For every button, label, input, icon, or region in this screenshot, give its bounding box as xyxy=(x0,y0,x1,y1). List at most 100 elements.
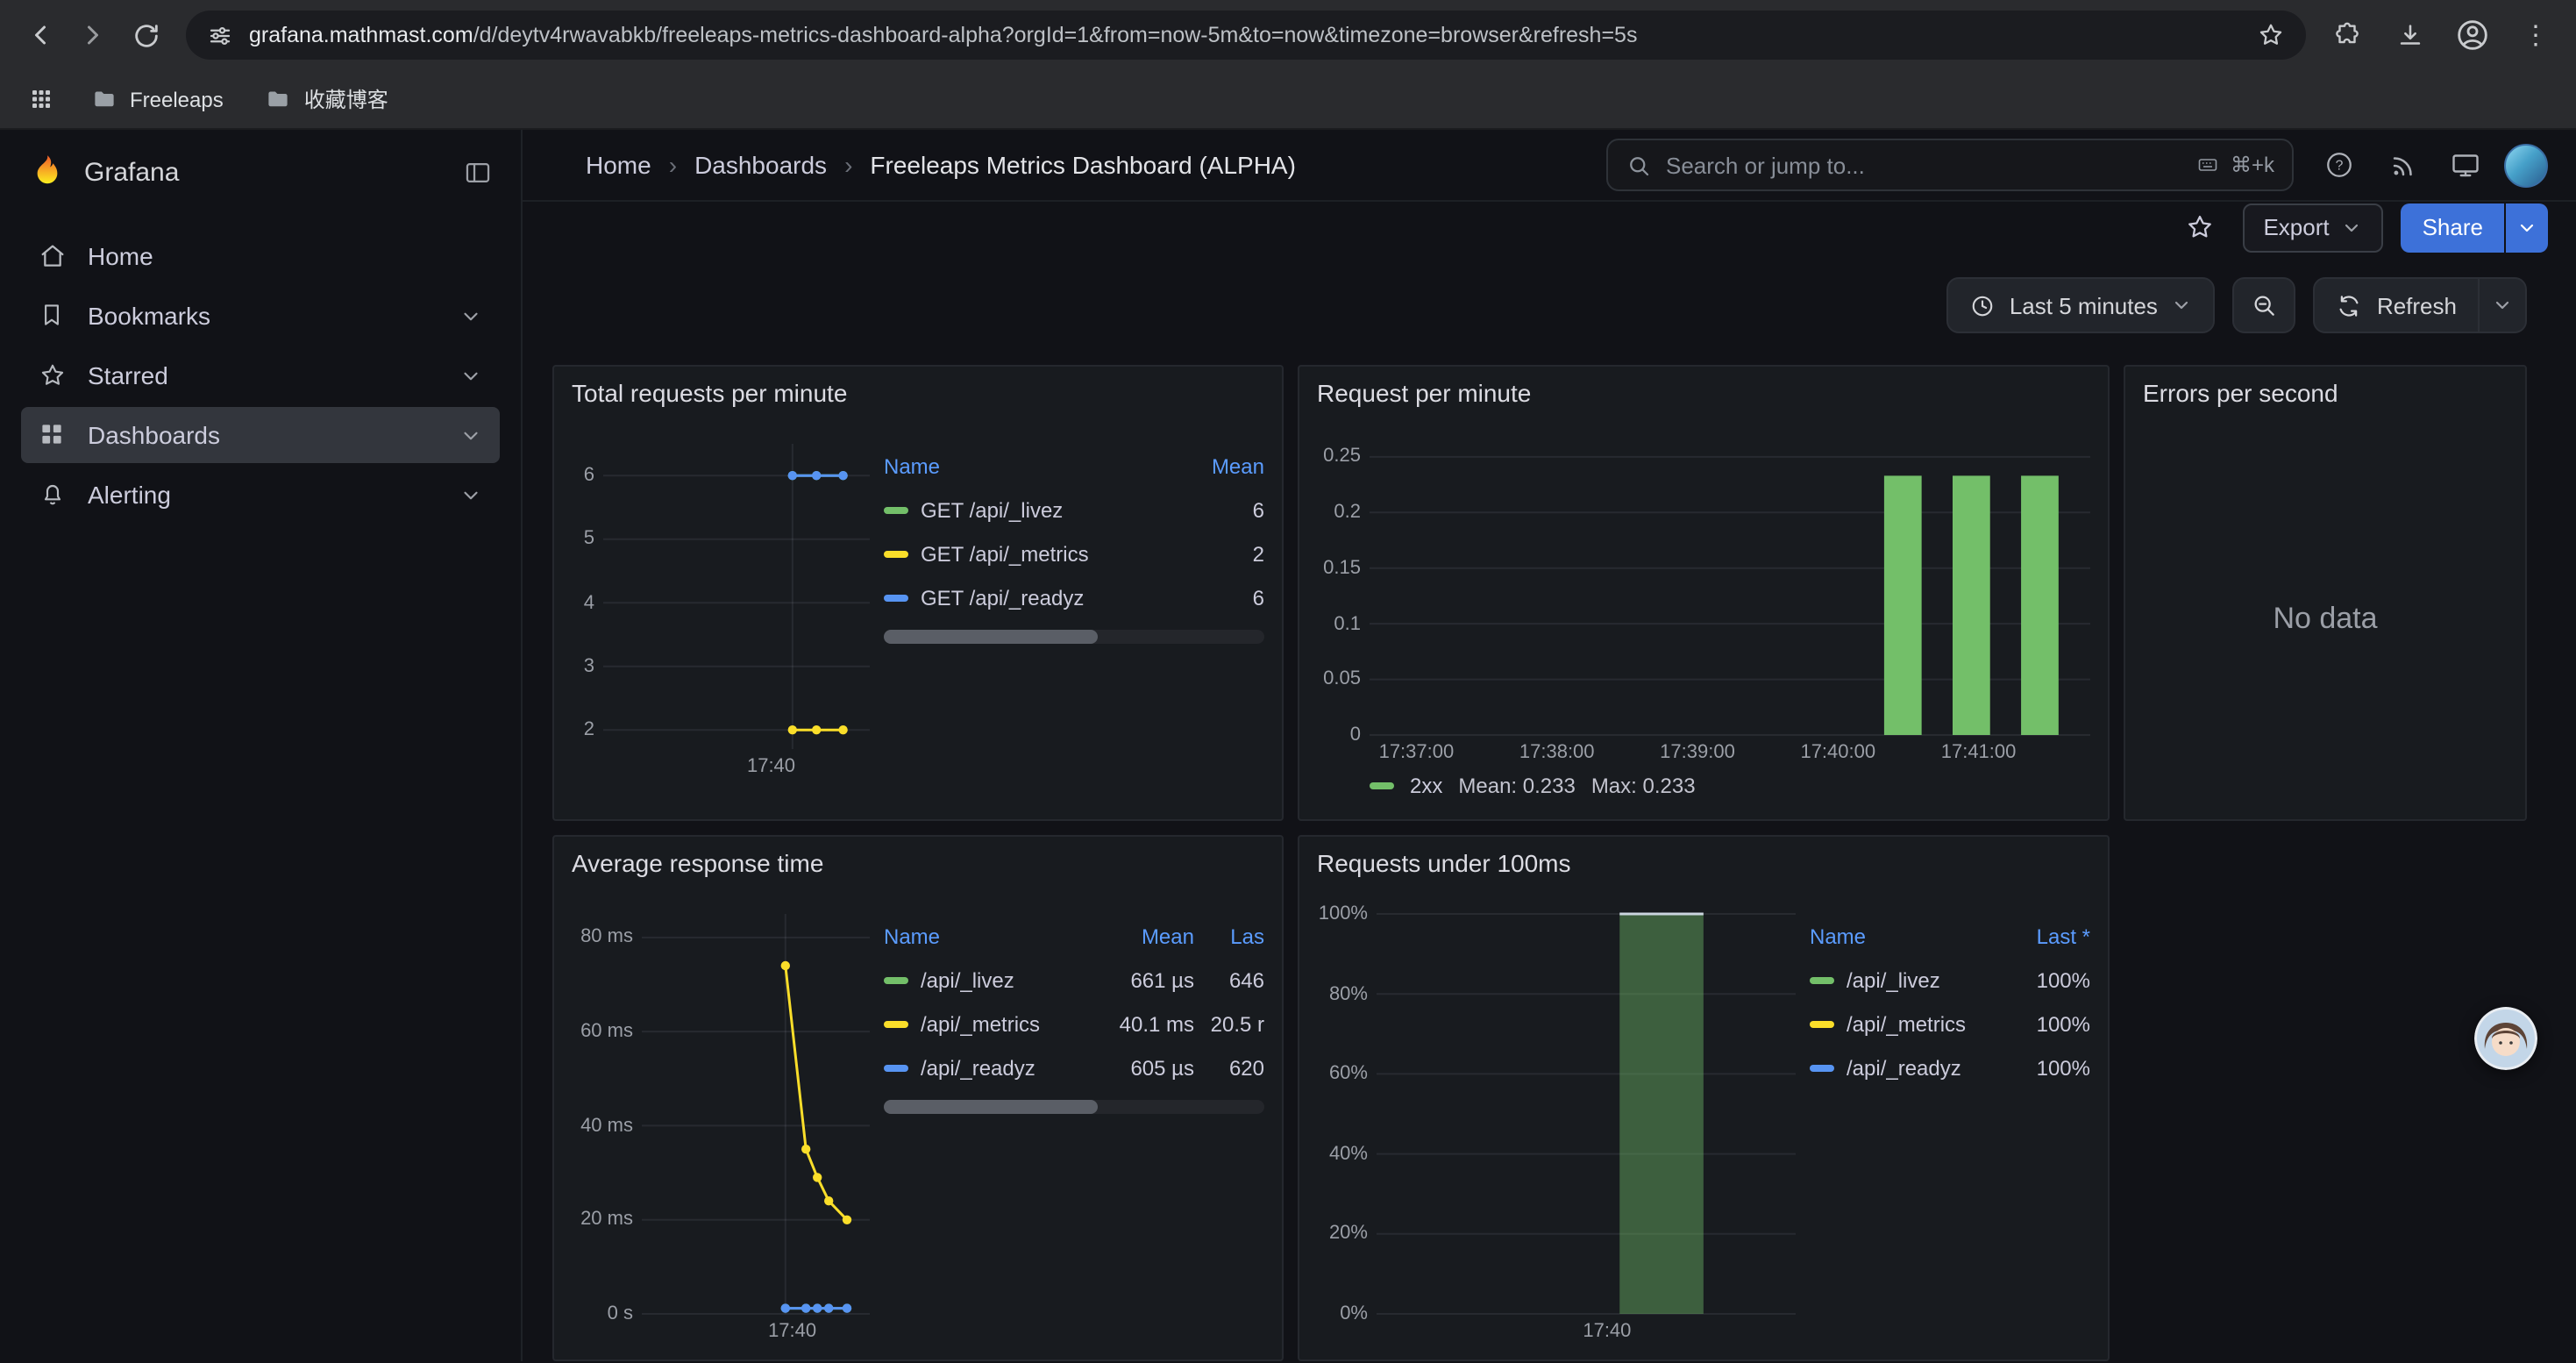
sidebar-item-bookmarks[interactable]: Bookmarks xyxy=(21,288,500,344)
grid-icon xyxy=(39,420,68,450)
panel-title[interactable]: Request per minute xyxy=(1299,367,2108,419)
user-avatar[interactable] xyxy=(2504,143,2548,187)
brand-name[interactable]: Grafana xyxy=(84,157,445,187)
grafana-logo[interactable] xyxy=(28,153,67,191)
share-button-label[interactable]: Share xyxy=(2402,203,2504,252)
refresh-button-main[interactable]: Refresh xyxy=(2316,279,2478,332)
sidebar-header: Grafana xyxy=(0,130,521,214)
search-box[interactable]: ⌘+k xyxy=(1606,139,2294,191)
share-button[interactable]: Share xyxy=(2402,203,2548,252)
breadcrumb-item[interactable]: Dashboards xyxy=(694,151,827,179)
site-settings-icon[interactable] xyxy=(207,22,233,48)
horizontal-scrollbar[interactable] xyxy=(884,1100,1264,1114)
bookmark-star-icon[interactable] xyxy=(2257,21,2285,49)
help-icon[interactable]: ? xyxy=(2315,140,2364,189)
legend[interactable]: 2xx Mean: 0.233 Max: 0.233 xyxy=(1317,767,2090,805)
legend-row[interactable]: /api/_readyz605 µs620 xyxy=(884,1045,1264,1089)
legend-row[interactable]: /api/_metrics40.1 ms20.5 r xyxy=(884,1002,1264,1045)
keyboard-shortcut: ⌘+k xyxy=(2194,153,2274,177)
legend-row[interactable]: /api/_livez661 µs646 xyxy=(884,958,1264,1002)
zoom-out-button[interactable] xyxy=(2233,277,2296,333)
line-chart[interactable] xyxy=(603,444,870,749)
chevron-down-icon[interactable] xyxy=(459,304,482,327)
axis-tick: 0.25 xyxy=(1323,446,1361,467)
chevron-down-icon xyxy=(2342,217,2363,238)
y-axis: 65432 xyxy=(572,444,603,749)
breadcrumb-item: Freeleaps Metrics Dashboard (ALPHA) xyxy=(870,151,1296,179)
sidebar-item-alerting[interactable]: Alerting xyxy=(21,467,500,523)
menu-kebab-icon[interactable]: ⋮ xyxy=(2509,9,2562,61)
profile-icon[interactable] xyxy=(2446,9,2499,61)
y-axis: 100%80%60%40%20%0% xyxy=(1317,914,1377,1314)
extensions-icon[interactable] xyxy=(2320,9,2373,61)
chevron-down-icon xyxy=(2172,295,2193,316)
series-swatch xyxy=(884,976,908,983)
bookmarks-bar: Freeleaps 收藏博客 xyxy=(0,70,2576,130)
clock-icon xyxy=(1969,292,1996,318)
news-rss-icon[interactable] xyxy=(2378,140,2427,189)
url-text[interactable]: grafana.mathmast.com/d/deytv4rwavabkb/fr… xyxy=(249,23,2241,47)
sidebar-item-starred[interactable]: Starred xyxy=(21,347,500,403)
favorite-star-icon[interactable] xyxy=(2175,203,2224,252)
panel-request-per-minute: Request per minute 0.250.20.150.10.050 1… xyxy=(1298,365,2110,821)
panel-title[interactable]: Total requests per minute xyxy=(554,367,1282,419)
x-axis: 17:37:0017:38:0017:39:0017:40:0017:41:00 xyxy=(1317,735,2090,767)
breadcrumb: Home›Dashboards›Freeleaps Metrics Dashbo… xyxy=(586,151,1296,179)
share-menu-chevron-icon[interactable] xyxy=(2506,203,2548,252)
panel-title[interactable]: Requests under 100ms xyxy=(1299,837,2108,889)
legend-row[interactable]: /api/_metrics100% xyxy=(1810,1002,2090,1045)
time-range-picker[interactable]: Last 5 minutes xyxy=(1946,277,2216,333)
legend-row[interactable]: GET /api/_livez6 xyxy=(884,488,1264,532)
sidebar-collapse-icon[interactable] xyxy=(463,157,493,187)
panel-title[interactable]: Errors per second xyxy=(2125,367,2525,419)
axis-tick: 2 xyxy=(584,719,594,740)
sidebar-item-home[interactable]: Home xyxy=(21,228,500,284)
legend-row[interactable]: GET /api/_readyz6 xyxy=(884,575,1264,619)
screen: grafana.mathmast.com/d/deytv4rwavabkb/fr… xyxy=(0,0,2576,1363)
bookmark-folder-blogs[interactable]: 收藏博客 xyxy=(252,77,402,121)
home-icon xyxy=(39,241,68,271)
axis-tick: 0.1 xyxy=(1334,613,1361,634)
chevron-down-icon[interactable] xyxy=(459,364,482,387)
horizontal-scrollbar[interactable] xyxy=(884,630,1264,644)
axis-tick: 40% xyxy=(1329,1144,1368,1165)
axis-tick: 17:39:00 xyxy=(1660,742,1735,763)
sidebar-nav: HomeBookmarksStarredDashboardsAlerting xyxy=(0,214,521,537)
panel-title[interactable]: Average response time xyxy=(554,837,1282,889)
export-button[interactable]: Export xyxy=(2242,203,2383,252)
folder-icon xyxy=(91,86,117,112)
url-bar[interactable]: grafana.mathmast.com/d/deytv4rwavabkb/fr… xyxy=(186,11,2306,60)
legend-row[interactable]: GET /api/_metrics2 xyxy=(884,532,1264,575)
axis-tick: 0 xyxy=(1350,724,1361,746)
chevron-down-icon[interactable] xyxy=(459,483,482,506)
legend-row[interactable]: /api/_livez100% xyxy=(1810,958,2090,1002)
refresh-interval-chevron-icon[interactable] xyxy=(2480,279,2525,332)
axis-tick: 0% xyxy=(1340,1303,1368,1324)
monitor-icon[interactable] xyxy=(2441,140,2490,189)
legend-table: NameMeanGET /api/_livez6GET /api/_metric… xyxy=(884,444,1264,805)
search-input[interactable] xyxy=(1666,152,2180,178)
floating-avatar[interactable] xyxy=(2474,1007,2537,1070)
apps-grid-icon[interactable] xyxy=(18,76,63,122)
refresh-button[interactable]: Refresh xyxy=(2314,277,2527,333)
series-swatch xyxy=(884,1064,908,1071)
legend-row[interactable]: /api/_readyz100% xyxy=(1810,1045,2090,1089)
axis-tick: 17:40 xyxy=(747,756,795,777)
bar-chart[interactable] xyxy=(1377,914,1796,1314)
bookmark-folder-freeleaps[interactable]: Freeleaps xyxy=(77,79,238,119)
search-icon xyxy=(1626,152,1652,178)
chevron-down-icon[interactable] xyxy=(459,424,482,446)
sidebar-item-dashboards[interactable]: Dashboards xyxy=(21,407,500,463)
series-swatch xyxy=(1810,1064,1834,1071)
back-icon[interactable] xyxy=(14,9,67,61)
bar-chart[interactable] xyxy=(1370,437,2090,735)
series-swatch xyxy=(1810,976,1834,983)
line-chart[interactable] xyxy=(642,914,870,1314)
axis-tick: 100% xyxy=(1319,903,1368,924)
forward-icon[interactable] xyxy=(67,9,119,61)
download-icon[interactable] xyxy=(2383,9,2436,61)
axis-tick: 0.2 xyxy=(1334,502,1361,523)
breadcrumb-item[interactable]: Home xyxy=(586,151,651,179)
reload-icon[interactable] xyxy=(119,9,172,61)
star-icon xyxy=(39,360,68,390)
